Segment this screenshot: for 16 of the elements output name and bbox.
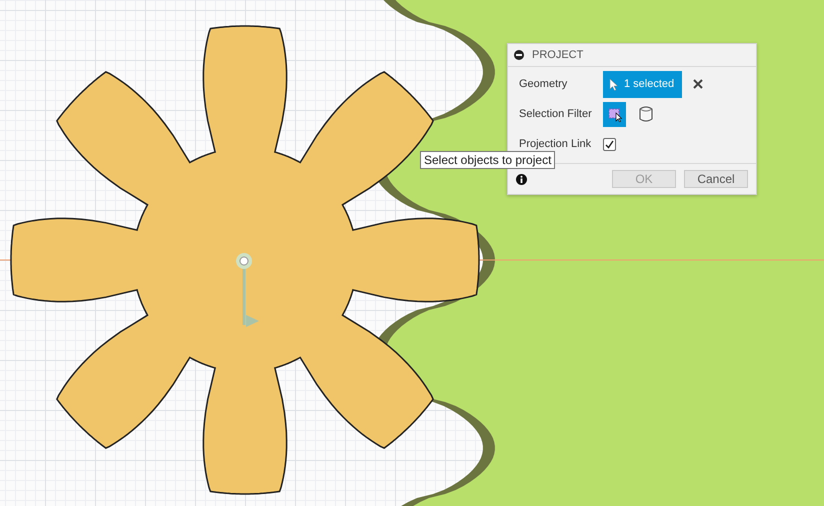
geometry-select-button[interactable]: 1 selected [603,70,682,98]
info-icon[interactable] [516,174,527,184]
dialog-title: PROJECT [532,49,584,61]
filter-button[interactable] [603,102,626,126]
tooltip: Select objects to project [420,151,556,169]
field-label: Geometry [519,78,568,90]
cylinder-icon [638,105,654,123]
cursor-icon [609,78,618,90]
face-select-icon [606,106,622,122]
cancel-button[interactable]: Cancel [684,170,748,188]
clear-icon[interactable] [693,79,704,89]
field-label: Selection Filter [519,108,593,120]
field-label: Projection Link [519,138,592,150]
projection-link-checkbox[interactable] [603,138,616,150]
collapse-icon[interactable] [514,50,524,60]
origin-marker-icon [236,253,259,327]
